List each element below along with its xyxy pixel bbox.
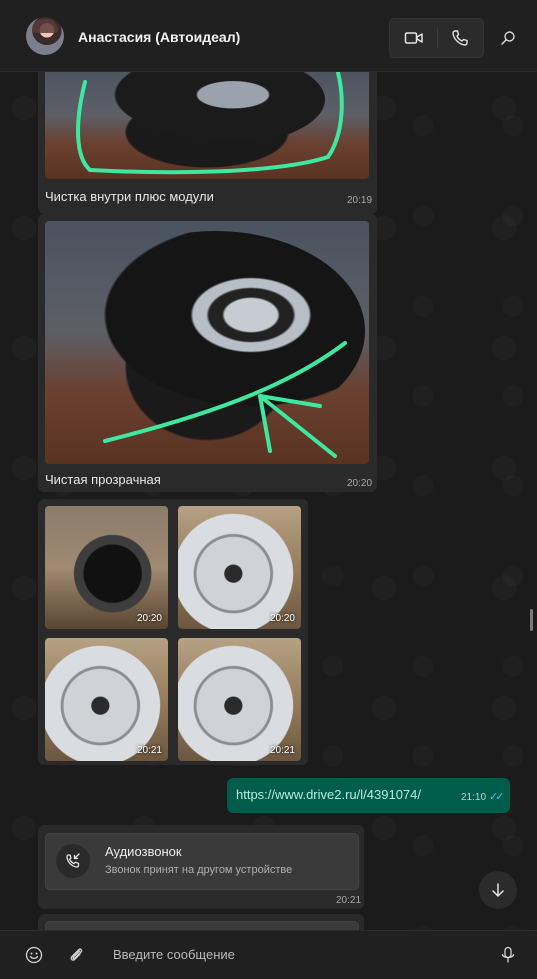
message-time: 20:20: [347, 478, 373, 489]
call-buttons-group: [389, 18, 484, 58]
voice-message-button[interactable]: [496, 943, 520, 967]
call-title: Аудиозвонок: [105, 844, 182, 859]
call-subtitle: Звонок принят на другом устройстве: [105, 864, 293, 876]
attach-button[interactable]: [64, 943, 88, 967]
message-input[interactable]: Введите сообщение: [113, 947, 235, 962]
photo-time: 20:20: [136, 613, 162, 624]
video-call-button[interactable]: [400, 26, 428, 50]
photo-time: 20:21: [269, 745, 295, 756]
photo-message: Чистка внутри плюс модули 20:19: [38, 72, 377, 214]
read-receipt-icon: ✓✓: [489, 791, 505, 803]
photo-message: Чистая прозрачная 20:20: [38, 214, 377, 492]
video-call-icon: [404, 32, 423, 44]
outgoing-message: https://www.drive2.ru/l/4391074/ 21:10 ✓…: [227, 778, 510, 813]
emoji-button[interactable]: [22, 943, 46, 967]
album-photo[interactable]: 20:20: [45, 506, 168, 629]
photo-album: 20:20 20:20 20:21 20:21: [38, 499, 308, 765]
photo-caption: Чистка внутри плюс модули: [45, 189, 214, 204]
message-time: 20:21: [336, 895, 362, 906]
message-list[interactable]: Чистка внутри плюс модули 20:19 Чистая п…: [0, 72, 537, 930]
drawn-marker: [103, 341, 347, 458]
divider: [437, 27, 438, 49]
search-button[interactable]: [496, 26, 520, 50]
message-time: 21:10: [461, 792, 487, 803]
incoming-call-icon: [56, 844, 90, 878]
search-icon: [501, 31, 515, 45]
scroll-to-bottom-button[interactable]: [479, 871, 517, 909]
call-card[interactable]: [45, 921, 359, 930]
photo-time: 20:20: [269, 613, 295, 624]
emoji-icon: [25, 946, 43, 964]
album-photo[interactable]: 20:21: [178, 638, 301, 761]
album-photo[interactable]: 20:20: [178, 506, 301, 629]
photo-caption: Чистая прозрачная: [45, 472, 161, 487]
message-composer: Введите сообщение: [0, 930, 537, 979]
album-photo[interactable]: 20:21: [45, 638, 168, 761]
scrollbar[interactable]: [530, 609, 533, 631]
phone-icon: [452, 30, 468, 46]
attach-icon: [70, 948, 83, 961]
contact-avatar[interactable]: [26, 17, 64, 55]
chat-header: Анастасия (Автоидеал): [0, 0, 537, 72]
arrow-down-icon: [492, 883, 504, 897]
call-card[interactable]: Аудиозвонок Звонок принят на другом устр…: [45, 833, 359, 890]
photo-time: 20:21: [136, 745, 162, 756]
message-photo[interactable]: [45, 221, 369, 464]
contact-name[interactable]: Анастасия (Автоидеал): [78, 29, 240, 45]
message-time: 20:19: [347, 195, 373, 206]
audio-call-button[interactable]: [446, 26, 474, 50]
message-link[interactable]: https://www.drive2.ru/l/4391074/: [236, 787, 421, 802]
drawn-marker: [76, 72, 344, 175]
mic-icon: [501, 946, 515, 963]
message-photo[interactable]: [45, 72, 369, 179]
